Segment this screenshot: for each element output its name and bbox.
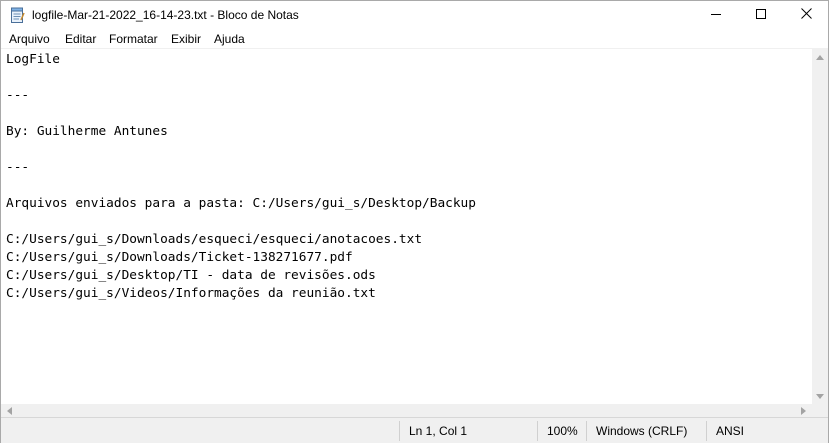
menu-exibir[interactable]: Exibir xyxy=(171,31,201,47)
text-line: LogFile xyxy=(6,52,60,67)
text-line: By: Guilherme Antunes xyxy=(6,124,168,139)
text-line: --- xyxy=(6,160,30,175)
cursor-position: Ln 1, Col 1 xyxy=(409,424,468,438)
scrollbar-corner xyxy=(812,404,828,417)
close-icon xyxy=(800,6,812,24)
text-line: C:/Users/gui_s/Downloads/Ticket-13827167… xyxy=(6,250,353,265)
menu-bar: Arquivo Editar Formatar Exibir Ajuda xyxy=(1,29,828,49)
scroll-down-icon[interactable] xyxy=(812,388,828,404)
status-divider xyxy=(586,421,587,441)
close-button[interactable] xyxy=(783,1,829,29)
notepad-icon xyxy=(10,7,25,23)
menu-formatar[interactable]: Formatar xyxy=(109,31,158,47)
text-editor[interactable]: LogFile --- By: Guilherme Antunes --- Ar… xyxy=(1,49,812,404)
scroll-left-icon[interactable] xyxy=(3,404,16,417)
status-divider xyxy=(537,421,538,441)
menu-editar[interactable]: Editar xyxy=(65,31,96,47)
zoom-level: 100% xyxy=(547,424,578,438)
scroll-up-icon[interactable] xyxy=(812,49,828,65)
maximize-icon xyxy=(756,6,766,24)
status-bar: Ln 1, Col 1 100% Windows (CRLF) ANSI xyxy=(1,417,828,443)
window-title: logfile-Mar-21-2022_16-14-23.txt - Bloco… xyxy=(32,8,299,22)
text-line: --- xyxy=(6,88,30,103)
title-bar[interactable]: logfile-Mar-21-2022_16-14-23.txt - Bloco… xyxy=(1,1,828,29)
notepad-window: logfile-Mar-21-2022_16-14-23.txt - Bloco… xyxy=(0,0,829,443)
maximize-button[interactable] xyxy=(738,1,784,29)
status-divider xyxy=(399,421,400,441)
scroll-right-icon[interactable] xyxy=(797,404,810,417)
text-line: C:/Users/gui_s/Videos/Informações da reu… xyxy=(6,286,376,301)
text-line: Arquivos enviados para a pasta: C:/Users… xyxy=(6,196,476,211)
minimize-icon xyxy=(711,6,721,24)
text-line: C:/Users/gui_s/Downloads/esqueci/esqueci… xyxy=(6,232,423,247)
encoding: ANSI xyxy=(716,424,745,438)
minimize-button[interactable] xyxy=(693,1,739,29)
text-line: C:/Users/gui_s/Desktop/TI - data de revi… xyxy=(6,268,376,283)
vertical-scrollbar[interactable] xyxy=(812,49,828,404)
line-ending: Windows (CRLF) xyxy=(596,424,688,438)
status-divider xyxy=(706,421,707,441)
horizontal-scrollbar[interactable] xyxy=(1,404,812,417)
menu-ajuda[interactable]: Ajuda xyxy=(214,31,245,47)
menu-arquivo[interactable]: Arquivo xyxy=(9,31,50,47)
